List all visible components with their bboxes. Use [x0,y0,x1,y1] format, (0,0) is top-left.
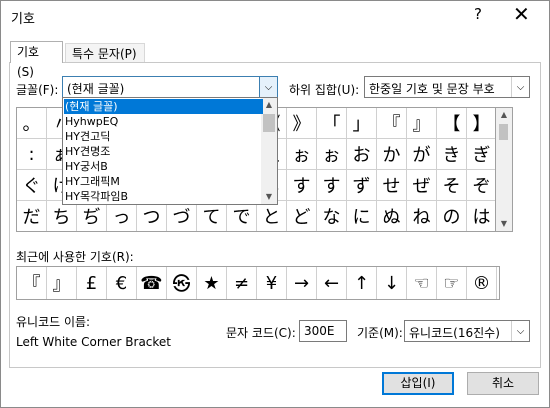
symbol-cell[interactable]: 」 [347,108,377,139]
symbol-cell[interactable]: ち [47,201,77,231]
symbol-cell[interactable]: ぜ [407,170,437,201]
symbol-cell[interactable]: ぞ [467,170,495,201]
symbol-cell[interactable]: 「 [317,108,347,139]
recent-symbol-cell[interactable]: £ [77,267,107,299]
recent-symbol-cell[interactable]: ≠ [227,267,257,299]
subset-label: 하위 집합(U): [289,83,360,97]
unicode-name-label: 유니코드 이름: [16,315,91,329]
symbol-cell[interactable]: か [377,139,407,170]
scroll-thumb[interactable] [499,124,508,140]
scroll-down-icon[interactable]: ▼ [496,217,512,231]
symbol-cell[interactable]: 】 [467,108,495,139]
recent-label: 최근에 사용한 기호(R): [16,250,134,264]
symbol-grid-scrollbar[interactable]: ▲ ▼ [496,107,513,232]
symbol-cell[interactable]: ね [407,201,437,231]
symbol-cell[interactable]: 『 [377,108,407,139]
symbol-cell[interactable]: : [17,139,47,170]
font-option[interactable]: HY그래픽M [64,174,263,189]
font-label: 글꼴(F): [16,83,59,97]
dialog-title: 기호 [11,12,35,27]
symbol-cell[interactable]: ぉ [287,139,317,170]
symbol-cell[interactable]: だ [17,201,47,231]
tab-symbols[interactable]: 기호(S) [10,41,63,79]
scroll-thumb[interactable] [263,114,275,132]
base-label: 기준(M): [357,326,403,340]
font-dropdown-scrollbar[interactable]: ▲ ▼ [261,98,277,204]
insert-button[interactable]: 삽입(I) [382,372,454,395]
symbol-cell[interactable]: 【 [437,108,467,139]
recent-symbol-cell[interactable]: ↑ [347,267,377,299]
char-code-input[interactable]: 300E [299,320,347,342]
scroll-up-icon[interactable]: ▲ [261,98,277,112]
font-option[interactable]: HY견고딕 [64,129,263,144]
font-option[interactable]: HY궁서B [64,159,263,174]
recent-symbol-cell[interactable]: → [287,267,317,299]
recent-symbol-cell[interactable]: ㉿ [167,267,197,299]
scroll-up-icon[interactable]: ▲ [496,108,512,122]
symbol-cell[interactable]: て [197,201,227,231]
recent-symbol-cell[interactable]: ← [317,267,347,299]
char-code-value: 300E [304,324,335,338]
tab-special-characters[interactable]: 특수 문자(P) [65,43,145,63]
symbol-cell[interactable]: ず [347,170,377,201]
symbol-cell[interactable]: で [227,201,257,231]
symbol-cell[interactable]: ぐ [17,170,47,201]
font-option[interactable]: HY견명조 [64,144,263,159]
symbol-cell[interactable]: づ [167,201,197,231]
symbol-cell[interactable]: す [317,170,347,201]
symbol-cell[interactable]: ぬ [377,201,407,231]
recent-symbol-cell[interactable]: € [107,267,137,299]
symbol-cell[interactable]: 》 [287,108,317,139]
chevron-down-icon[interactable]: ⌵ [511,77,529,97]
base-select[interactable]: 유니코드(16진수) ⌵ [404,320,530,342]
symbol-cell[interactable]: っ [107,201,137,231]
font-option[interactable]: HyhwpEQ [64,114,263,129]
symbol-cell[interactable]: に [347,201,377,231]
font-select[interactable]: (현재 글꼴) ⌵ [62,76,278,98]
symbol-cell[interactable]: の [437,201,467,231]
subset-select-value: 한중일 기호 및 문장 부호 [369,82,495,96]
symbol-cell[interactable]: き [437,139,467,170]
symbol-cell[interactable]: つ [137,201,167,231]
symbol-cell[interactable]: お [347,139,377,170]
recent-symbol-cell[interactable]: 』 [47,267,77,299]
symbol-cell[interactable]: ぎ [467,139,495,170]
symbol-cell[interactable]: は [467,201,495,231]
symbol-dialog: 기호 ? ✕ 기호(S) 특수 문자(P) 글꼴(F): (현재 글꼴) ⌵ 하… [0,0,550,408]
close-button[interactable]: ✕ [513,2,530,26]
symbol-cell[interactable]: せ [377,170,407,201]
recent-symbol-cell[interactable]: ☜ [407,267,437,299]
recent-symbol-cell[interactable]: ¥ [257,267,287,299]
recent-symbol-cell[interactable]: ★ [197,267,227,299]
symbol-cell[interactable]: ど [287,201,317,231]
symbol-cell[interactable]: そ [437,170,467,201]
recent-symbol-cell[interactable]: ☎ [137,267,167,299]
recent-symbol-cell[interactable]: ☞ [437,267,467,299]
scroll-down-icon[interactable]: ▼ [261,190,277,204]
symbol-cell[interactable]: が [407,139,437,170]
recent-symbols: 『』 £ € ☎ ㉿ ★ ≠ ¥ → ← ↑ ↓ ☜ ☞ ® [16,266,500,300]
help-button[interactable]: ? [474,5,482,23]
symbol-cell[interactable]: と [257,201,287,231]
font-select-value: (현재 글꼴) [67,82,125,96]
font-option[interactable]: (현재 글꼴) [64,99,263,114]
recent-symbol-cell[interactable]: 『 [17,267,47,299]
symbol-cell[interactable]: ぢ [77,201,107,231]
symbol-cell[interactable]: す [287,170,317,201]
recent-symbol-cell[interactable]: ® [467,267,497,299]
char-code-label: 문자 코드(C): [226,326,296,340]
recent-symbol-cell[interactable]: ↓ [377,267,407,299]
symbol-cell[interactable]: な [317,201,347,231]
chevron-down-icon[interactable]: ⌵ [511,321,529,341]
chevron-down-icon[interactable]: ⌵ [259,77,277,97]
subset-select[interactable]: 한중일 기호 및 문장 부호 ⌵ [364,76,530,98]
cancel-button[interactable]: 취소 [467,372,539,395]
font-option[interactable]: HY목각파임B [64,189,263,204]
symbol-cell[interactable]: 。 [17,108,47,139]
symbol-cell[interactable]: ぉ [317,139,347,170]
symbol-cell[interactable]: 』 [407,108,437,139]
font-dropdown-list: ▲ ▼ (현재 글꼴) HyhwpEQ HY견고딕 HY견명조 HY궁서B HY그래픽M H… [62,97,278,205]
unicode-name-value: Left White Corner Bracket [16,335,172,349]
base-select-value: 유니코드(16진수) [409,326,500,340]
